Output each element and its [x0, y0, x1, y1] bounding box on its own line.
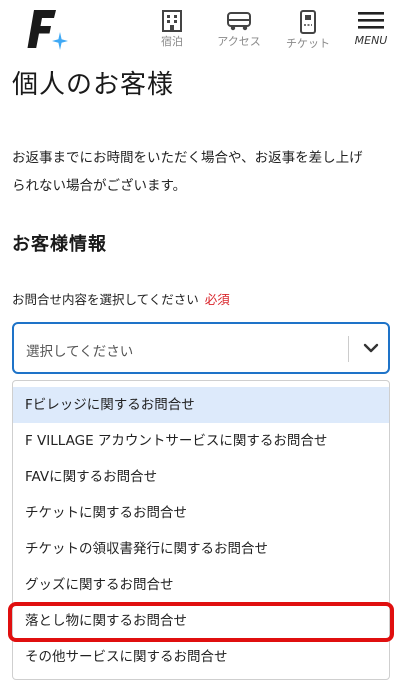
- inquiry-select[interactable]: 選択してください: [12, 322, 390, 374]
- nav-access[interactable]: アクセス: [209, 10, 269, 48]
- dropdown-option-fvillage-account[interactable]: F VILLAGE アカウントサービスに関するお問合せ: [13, 423, 389, 459]
- notice-text: お返事までにお時間をいただく場合や、お返事を差し上げ られない場合がございます。: [12, 144, 392, 200]
- nav-access-label: アクセス: [217, 35, 261, 48]
- ticket-icon: [300, 10, 316, 34]
- page-title: 個人のお客様: [12, 70, 175, 100]
- bus-icon: [227, 12, 251, 31]
- logo-mark-icon: [27, 10, 68, 50]
- menu-button[interactable]: MENU: [345, 10, 397, 47]
- chevron-down-icon[interactable]: [362, 341, 380, 355]
- f-village-logo[interactable]: [26, 6, 70, 54]
- hotel-building-icon: [162, 10, 182, 32]
- dropdown-option-ticket[interactable]: チケットに関するお問合せ: [13, 495, 389, 531]
- dropdown-option-fav[interactable]: FAVに関するお問合せ: [13, 459, 389, 495]
- inquiry-field-label: お問合せ内容を選択してください 必須: [12, 289, 230, 308]
- select-placeholder: 選択してください: [26, 344, 134, 360]
- select-divider: [348, 336, 349, 362]
- nav-ticket-label: チケット: [286, 37, 330, 50]
- menu-label: MENU: [354, 34, 388, 47]
- highlight-box-lost-item: [8, 602, 394, 642]
- dropdown-option-ticket-receipt[interactable]: チケットの領収書発行に関するお問合せ: [13, 531, 389, 567]
- required-badge: 必須: [204, 292, 230, 307]
- site-header: 宿泊 アクセス チケット MENU: [0, 0, 400, 58]
- hamburger-menu-icon: [358, 12, 384, 29]
- nav-hotel-label: 宿泊: [161, 35, 183, 48]
- nav-hotel[interactable]: 宿泊: [142, 10, 202, 48]
- notice-line-1: お返事までにお時間をいただく場合や、お返事を差し上げ: [12, 150, 363, 166]
- dropdown-option-other-services[interactable]: その他サービスに関するお問合せ: [13, 639, 389, 675]
- nav-ticket[interactable]: チケット: [278, 10, 338, 50]
- inquiry-label-text: お問合せ内容を選択してください: [12, 292, 199, 307]
- notice-line-2: られない場合がございます。: [12, 178, 187, 194]
- section-heading-customer-info: お客様情報: [12, 234, 107, 255]
- dropdown-option-goods[interactable]: グッズに関するお問合せ: [13, 567, 389, 603]
- dropdown-option-fvillage[interactable]: Fビレッジに関するお問合せ: [13, 387, 389, 423]
